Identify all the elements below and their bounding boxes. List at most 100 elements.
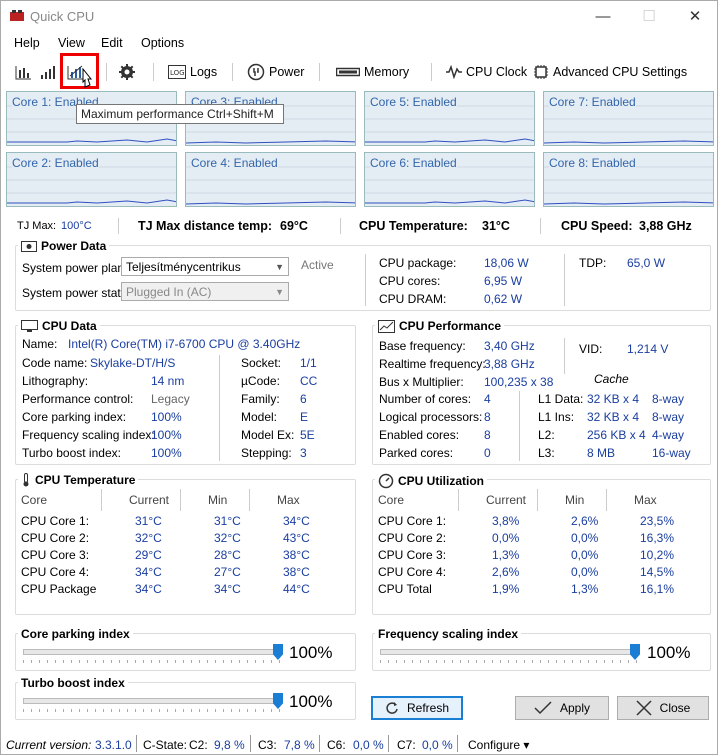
slider-ticks bbox=[380, 660, 638, 663]
table-value: 10,2% bbox=[640, 548, 675, 562]
perf-value: 0 bbox=[484, 446, 491, 460]
cpu-performance-title: CPU Performance bbox=[375, 319, 505, 333]
cache-level-label: L1 Ins: bbox=[538, 410, 575, 424]
apply-label: Apply bbox=[559, 701, 591, 715]
cpu-speed-label: CPU Speed: bbox=[561, 219, 633, 233]
table-value: 0,0% bbox=[571, 531, 599, 545]
minimize-button[interactable]: — bbox=[580, 1, 626, 31]
cpu-data-label: Stepping: bbox=[241, 446, 292, 460]
version-value: 3.3.1.0 bbox=[95, 738, 132, 752]
power-plan-active: Active bbox=[301, 258, 334, 272]
cpu-name-value: Intel(R) Core(TM) i7-6700 CPU @ 3.40GHz bbox=[68, 337, 301, 351]
power-button[interactable]: Power bbox=[247, 61, 304, 83]
table-row-label: CPU Core 3: bbox=[21, 548, 90, 562]
core-graph: Core 8: Enabled bbox=[543, 152, 714, 207]
table-row-label: CPU Core 3: bbox=[378, 548, 447, 562]
menu-options[interactable]: Options bbox=[141, 36, 184, 50]
cpu-data-value: E bbox=[300, 410, 309, 424]
power-state-value: Plugged In (AC) bbox=[126, 284, 212, 299]
title-bar: Quick CPU — ☐ ✕ bbox=[1, 1, 717, 31]
checkmark-icon bbox=[534, 701, 552, 715]
column-separator bbox=[458, 489, 459, 511]
separator bbox=[118, 218, 119, 234]
maximize-button[interactable]: ☐ bbox=[626, 1, 672, 31]
cpu-data-title: CPU Data bbox=[18, 319, 100, 333]
core-graph: Core 2: Enabled bbox=[6, 152, 177, 207]
cpu-package-value: 18,06 W bbox=[484, 256, 529, 270]
app-window: Quick CPU — ☐ ✕ Help View Edit Options L… bbox=[0, 0, 718, 755]
perf-value: 4 bbox=[484, 392, 491, 406]
cache-level-label: L1 Data: bbox=[538, 392, 584, 406]
table-value: 16,3% bbox=[640, 531, 675, 545]
close-window-button[interactable]: ✕ bbox=[672, 1, 718, 31]
logs-button[interactable]: LOG Logs bbox=[168, 61, 217, 83]
cpu-data-value: 100% bbox=[151, 410, 182, 424]
cpu-dram-label: CPU DRAM: bbox=[379, 292, 447, 306]
cpu-data-value: 14 nm bbox=[151, 374, 185, 388]
separator bbox=[564, 254, 565, 306]
c6-label: C6: bbox=[327, 738, 346, 752]
cpu-speed-value: 3,88 GHz bbox=[639, 219, 692, 233]
cpu-clock-button[interactable]: CPU Clock bbox=[446, 61, 527, 83]
core-parking-value: 100% bbox=[289, 643, 333, 662]
app-icon bbox=[10, 10, 24, 21]
table-value: 38°C bbox=[283, 548, 310, 562]
settings-gear-icon[interactable] bbox=[118, 61, 136, 83]
cpu-data-value: 5E bbox=[300, 428, 315, 442]
turbo-boost-slider[interactable] bbox=[23, 698, 281, 704]
configure-dropdown[interactable]: Configure ▾ bbox=[468, 738, 529, 752]
close-button[interactable]: Close bbox=[617, 696, 709, 720]
perf-label: Number of cores: bbox=[379, 392, 472, 406]
tooltip: Maximum performance Ctrl+Shift+M bbox=[76, 104, 284, 124]
table-value: 1,3% bbox=[571, 582, 599, 596]
table-value: 0,0% bbox=[571, 548, 599, 562]
cpu-data-value: 100% bbox=[151, 428, 182, 442]
c3-label: C3: bbox=[258, 738, 277, 752]
core-status-label: Core 7: Enabled bbox=[549, 95, 636, 109]
high-performance-icon[interactable] bbox=[40, 61, 58, 83]
table-row-label: CPU Core 2: bbox=[21, 531, 90, 545]
perf-label: Logical processors: bbox=[379, 410, 483, 424]
base-frequency-value: 3,40 GHz bbox=[484, 339, 535, 353]
balanced-mode-icon[interactable] bbox=[14, 61, 32, 83]
power-data-title: Power Data bbox=[18, 239, 110, 253]
table-value: 2,6% bbox=[492, 565, 520, 579]
turbo-boost-value: 100% bbox=[289, 692, 333, 711]
refresh-icon bbox=[386, 702, 398, 714]
cache-level-label: L2: bbox=[538, 428, 555, 442]
cpu-data-label: Model Ex: bbox=[241, 428, 295, 442]
separator bbox=[219, 355, 220, 461]
table-row-label: CPU Core 1: bbox=[21, 514, 90, 528]
power-plan-dropdown[interactable]: Teljesítménycentrikus ▼ bbox=[121, 257, 289, 276]
cpu-data-value: 1/1 bbox=[300, 356, 317, 370]
frequency-scaling-title: Frequency scaling index bbox=[375, 627, 522, 641]
perf-label: Parked cores: bbox=[379, 446, 454, 460]
column-separator bbox=[537, 489, 538, 511]
menu-view[interactable]: View bbox=[58, 36, 85, 50]
column-separator bbox=[249, 489, 250, 511]
cpu-data-label: Turbo boost index: bbox=[22, 446, 121, 460]
table-value: 32°C bbox=[214, 531, 241, 545]
core-parking-slider[interactable] bbox=[23, 649, 281, 655]
power-state-dropdown: Plugged In (AC) ▼ bbox=[121, 282, 289, 301]
table-value: 34°C bbox=[214, 582, 241, 596]
table-value: 0,0% bbox=[492, 531, 520, 545]
cpu-data-label: Performance control: bbox=[22, 392, 134, 406]
refresh-button[interactable]: Refresh bbox=[371, 696, 463, 720]
cpu-data-label: Lithography: bbox=[22, 374, 89, 388]
tdp-label: TDP: bbox=[579, 256, 607, 270]
toolbar-separator bbox=[153, 63, 154, 81]
table-header: Current bbox=[129, 493, 170, 507]
apply-button[interactable]: Apply bbox=[515, 696, 609, 720]
menu-help[interactable]: Help bbox=[14, 36, 40, 50]
cache-assoc-value: 8-way bbox=[652, 410, 685, 424]
cache-size-value: 256 KB x 4 bbox=[587, 428, 646, 442]
tjmax-distance-value: 69°C bbox=[280, 219, 308, 233]
memory-button[interactable]: Memory bbox=[336, 61, 409, 83]
menu-edit[interactable]: Edit bbox=[101, 36, 123, 50]
core-graph: Core 7: Enabled bbox=[543, 91, 714, 146]
advanced-cpu-settings-button[interactable]: Advanced CPU Settings bbox=[533, 61, 687, 83]
toolbar-separator bbox=[431, 63, 432, 81]
frequency-scaling-slider[interactable] bbox=[380, 649, 638, 655]
cpu-temperature-label: CPU Temperature: bbox=[359, 219, 468, 233]
